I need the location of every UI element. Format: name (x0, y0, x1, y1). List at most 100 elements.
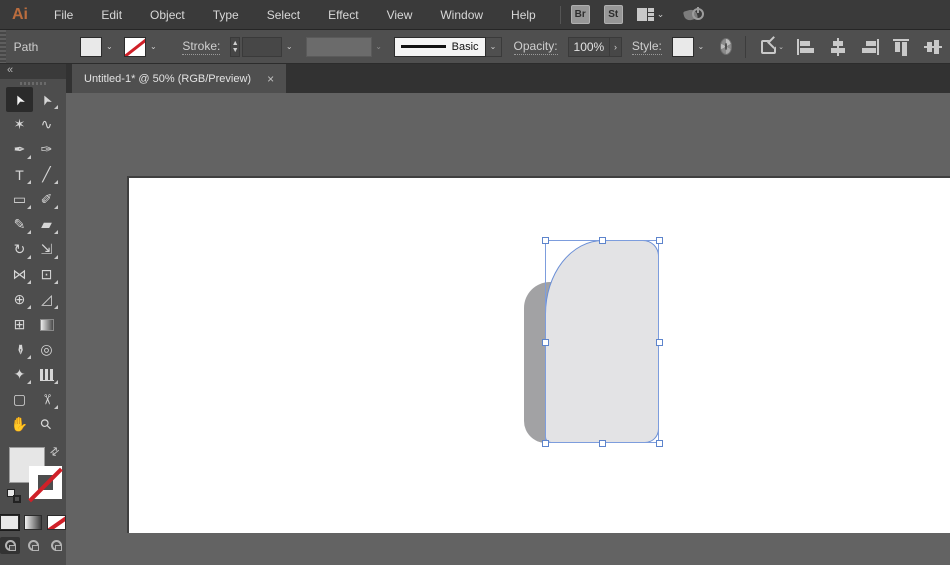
menu-item-select[interactable]: Select (253, 0, 314, 30)
rectangle-tool[interactable]: ▭ (6, 187, 33, 212)
selection-tool[interactable]: ➤ (6, 87, 33, 112)
style-select[interactable]: ⌄ (671, 36, 708, 57)
stroke-label[interactable]: Stroke: (182, 39, 221, 55)
stroke-weight-field[interactable] (242, 36, 283, 57)
flyout-indicator (54, 180, 58, 184)
paintbrush-tool[interactable]: ✐ (33, 187, 60, 212)
shape-properties-button[interactable]: ⌄ (761, 39, 784, 54)
pen-tool[interactable]: ✒ (6, 137, 33, 162)
gpu-performance-icon[interactable] (683, 6, 705, 23)
draw-behind-button[interactable] (23, 537, 43, 554)
fill-color-control[interactable]: ⌄ (80, 36, 116, 57)
artboard-tool[interactable]: ▢ (6, 387, 33, 412)
perspective-grid-tool[interactable]: ◿ (33, 287, 60, 312)
hand-tool[interactable]: ✋ (6, 412, 33, 437)
selection-handle-n[interactable] (599, 237, 606, 244)
swap-fill-stroke-icon[interactable]: ⇄ (47, 444, 63, 459)
opacity-field[interactable]: 100% (567, 36, 611, 57)
chevron-down-icon[interactable]: ⌄ (694, 37, 708, 57)
stock-button[interactable]: St (603, 5, 623, 24)
canvas[interactable] (66, 93, 950, 565)
align-vertical-center-button[interactable] (923, 38, 944, 56)
slice-tool[interactable]: ✂ (33, 387, 60, 412)
selection-handle-sw[interactable] (542, 440, 549, 447)
selection-handle-e[interactable] (656, 339, 663, 346)
style-swatch[interactable] (671, 36, 694, 57)
stroke-weight-stepper[interactable]: ▲ ▼ (230, 36, 241, 57)
fill-swatch[interactable] (80, 36, 103, 57)
blend-tool-icon: ◎ (40, 341, 53, 357)
panel-drag-handle[interactable] (0, 79, 66, 87)
chevron-down-icon[interactable]: ⌄ (657, 9, 665, 20)
menu-item-window[interactable]: Window (426, 0, 497, 30)
menu-item-edit[interactable]: Edit (87, 0, 136, 30)
symbol-sprayer-tool[interactable]: ✦ (6, 362, 33, 387)
chevron-down-icon[interactable]: ⌄ (485, 36, 502, 57)
free-transform-tool-icon: ⊡ (40, 266, 53, 282)
rotate-tool[interactable]: ↻ (6, 237, 33, 262)
align-right-button[interactable] (860, 38, 880, 56)
free-transform-tool[interactable]: ⊡ (33, 262, 60, 287)
chevron-down-icon[interactable]: ⌄ (102, 37, 116, 57)
zoom-tool[interactable]: ⚲ (33, 412, 60, 437)
draw-inside-button[interactable] (46, 537, 66, 554)
gradient-tool[interactable] (33, 312, 60, 337)
selection-handle-ne[interactable] (656, 237, 663, 244)
column-graph-tool[interactable] (33, 362, 60, 387)
pen-tool-icon: ✒ (13, 141, 26, 157)
scale-tool[interactable]: ⇲ (33, 237, 60, 262)
menu-item-type[interactable]: Type (199, 0, 253, 30)
stroke-none-swatch[interactable] (124, 36, 147, 57)
document-tab[interactable]: Untitled-1* @ 50% (RGB/Preview) × (72, 64, 287, 93)
recolor-artwork-icon[interactable] (719, 38, 733, 55)
brush-preview[interactable]: Basic (393, 36, 486, 57)
stepper-down-icon[interactable]: ▼ (232, 47, 239, 54)
stroke-color-control[interactable]: ⌄ (124, 36, 160, 57)
selection-handle-nw[interactable] (542, 237, 549, 244)
color-button[interactable] (0, 514, 20, 531)
opacity-arrow-icon[interactable]: › (610, 36, 622, 57)
gradient-button[interactable] (23, 515, 43, 530)
eraser-tool[interactable]: ▰ (33, 212, 60, 237)
shaper-tool[interactable]: ✎ (6, 212, 33, 237)
none-button[interactable] (47, 515, 67, 530)
menu-item-object[interactable]: Object (136, 0, 199, 30)
lasso-tool[interactable]: ∿ (33, 112, 60, 137)
menu-item-file[interactable]: File (40, 0, 87, 30)
menu-item-effect[interactable]: Effect (314, 0, 372, 30)
stroke-color-box[interactable] (29, 466, 62, 499)
chevron-down-icon[interactable]: ⌄ (146, 37, 160, 57)
variable-width-profile-select[interactable] (306, 36, 372, 57)
selection-handle-s[interactable] (599, 440, 606, 447)
align-horizontal-center-button[interactable] (828, 37, 848, 56)
brush-definition-select[interactable]: Basic ⌄ (393, 36, 502, 57)
menu-item-help[interactable]: Help (497, 0, 550, 30)
workspace-switcher-icon[interactable] (636, 8, 654, 21)
align-top-button[interactable] (892, 38, 912, 56)
line-segment-tool[interactable]: ╱ (33, 162, 60, 187)
type-tool[interactable]: T (6, 162, 33, 187)
shape-builder-tool[interactable]: ⊕ (6, 287, 33, 312)
mesh-tool[interactable]: ⊞ (6, 312, 33, 337)
default-fill-stroke-icon[interactable] (7, 489, 21, 503)
selection-handle-se[interactable] (656, 440, 663, 447)
eyedropper-tool[interactable]: ✒ (6, 337, 33, 362)
chevron-down-icon[interactable]: ⌄ (284, 37, 294, 57)
stepper-up-icon[interactable]: ▲ (232, 40, 239, 47)
width-tool[interactable]: ⋈ (6, 262, 33, 287)
bridge-button[interactable]: Br (570, 5, 590, 24)
align-left-button[interactable] (796, 38, 816, 56)
draw-normal-button[interactable] (0, 537, 20, 554)
curvature-tool[interactable]: ✑ (33, 137, 60, 162)
flyout-indicator (54, 380, 58, 384)
blend-tool[interactable]: ◎ (33, 337, 60, 362)
selection-handle-w[interactable] (542, 339, 549, 346)
direct-selection-tool[interactable]: ➤ (33, 87, 60, 112)
opacity-label[interactable]: Opacity: (513, 39, 558, 55)
magic-wand-tool[interactable]: ✶ (6, 112, 33, 137)
close-icon[interactable]: × (267, 72, 274, 86)
control-bar-grip[interactable] (0, 30, 6, 63)
collapse-panel-button[interactable]: « (0, 64, 66, 79)
style-label[interactable]: Style: (631, 39, 662, 55)
menu-item-view[interactable]: View (373, 0, 427, 30)
